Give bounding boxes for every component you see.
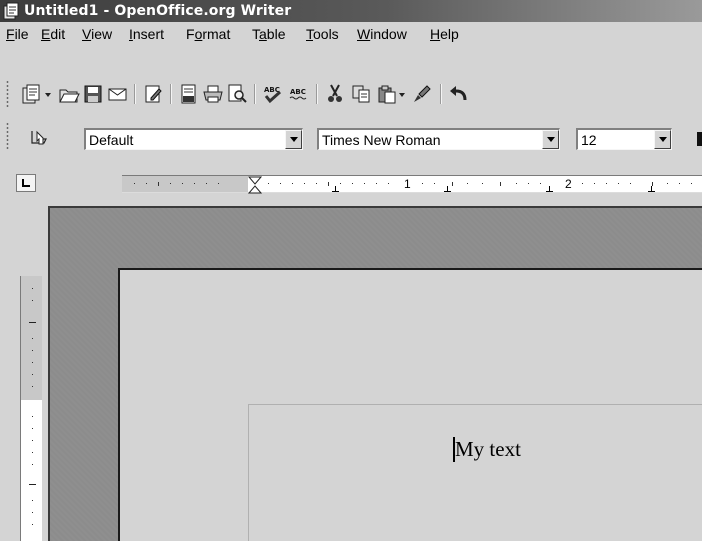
indent-marker[interactable] <box>248 176 262 194</box>
autospellcheck-icon[interactable]: ABC <box>288 83 310 105</box>
paragraph-style-dropdown-button[interactable] <box>285 130 302 149</box>
save-floppy-icon[interactable] <box>82 83 104 105</box>
tab-type-selector[interactable] <box>16 174 36 192</box>
ruler-number-2: 2 <box>565 177 572 191</box>
undo-arrow-icon[interactable] <box>448 83 468 105</box>
menu-file[interactable]: File <box>4 26 31 42</box>
toolbar-separator <box>134 84 136 104</box>
toolbar-separator <box>170 84 172 104</box>
standard-toolbar: ABC ABC <box>0 80 702 118</box>
bold-button-edge[interactable] <box>697 132 702 146</box>
svg-text:ABC: ABC <box>290 88 306 96</box>
open-folder-icon[interactable] <box>58 83 80 105</box>
ruler-row: 1 2 <box>0 170 702 196</box>
font-name-value: Times New Roman <box>322 132 441 148</box>
menu-view[interactable]: View <box>80 26 114 42</box>
menu-edit[interactable]: Edit <box>39 26 67 42</box>
toolbar-separator <box>316 84 318 104</box>
new-document-icon[interactable] <box>20 83 42 105</box>
window-title: Untitled1 - OpenOffice.org Writer <box>24 3 292 19</box>
paste-dropdown-arrow[interactable] <box>399 93 405 97</box>
toolbar-separator <box>254 84 256 104</box>
edit-file-icon[interactable] <box>142 83 164 105</box>
window-title-bar[interactable]: Untitled1 - OpenOffice.org Writer <box>0 0 702 22</box>
writer-app-icon <box>3 2 19 20</box>
page-preview-icon[interactable] <box>226 83 248 105</box>
menu-window[interactable]: Window <box>355 26 409 42</box>
menu-tools[interactable]: Tools <box>304 26 341 42</box>
styles-formatting-icon[interactable] <box>28 126 50 148</box>
ruler-number-1: 1 <box>404 177 411 191</box>
menu-insert[interactable]: Insert <box>127 26 166 42</box>
menu-table[interactable]: Table <box>250 26 287 42</box>
cut-scissors-icon[interactable] <box>324 83 346 105</box>
vertical-ruler[interactable] <box>20 276 42 541</box>
font-name-combo[interactable]: Times New Roman <box>317 128 560 150</box>
menu-help[interactable]: Help <box>428 26 461 42</box>
font-size-combo[interactable]: 12 <box>576 128 672 150</box>
export-pdf-icon[interactable] <box>178 83 200 105</box>
ruler-left-margin <box>122 176 248 192</box>
toolbar-grip[interactable] <box>6 122 9 150</box>
formatting-toolbar: Default Times New Roman 12 <box>0 120 702 154</box>
copy-icon[interactable] <box>350 83 372 105</box>
document-text[interactable]: My text <box>455 436 521 462</box>
font-name-dropdown-button[interactable] <box>542 130 559 149</box>
print-icon[interactable] <box>202 83 224 105</box>
text-boundary[interactable] <box>248 404 702 541</box>
email-icon[interactable] <box>106 83 128 105</box>
format-paintbrush-icon[interactable] <box>410 83 432 105</box>
toolbar-separator <box>440 84 442 104</box>
toolbar-grip[interactable] <box>6 80 9 108</box>
font-size-dropdown-button[interactable] <box>654 130 671 149</box>
paste-icon[interactable] <box>376 83 398 105</box>
font-size-value: 12 <box>581 132 597 148</box>
horizontal-ruler[interactable]: 1 2 <box>122 175 702 194</box>
menu-bar: File Edit View Insert Format Table Tools… <box>0 22 702 46</box>
new-dropdown-arrow[interactable] <box>45 93 51 97</box>
spellcheck-icon[interactable]: ABC <box>262 83 284 105</box>
paragraph-style-combo[interactable]: Default <box>84 128 303 150</box>
paragraph-style-value: Default <box>89 132 134 148</box>
menu-format[interactable]: Format <box>184 26 232 42</box>
